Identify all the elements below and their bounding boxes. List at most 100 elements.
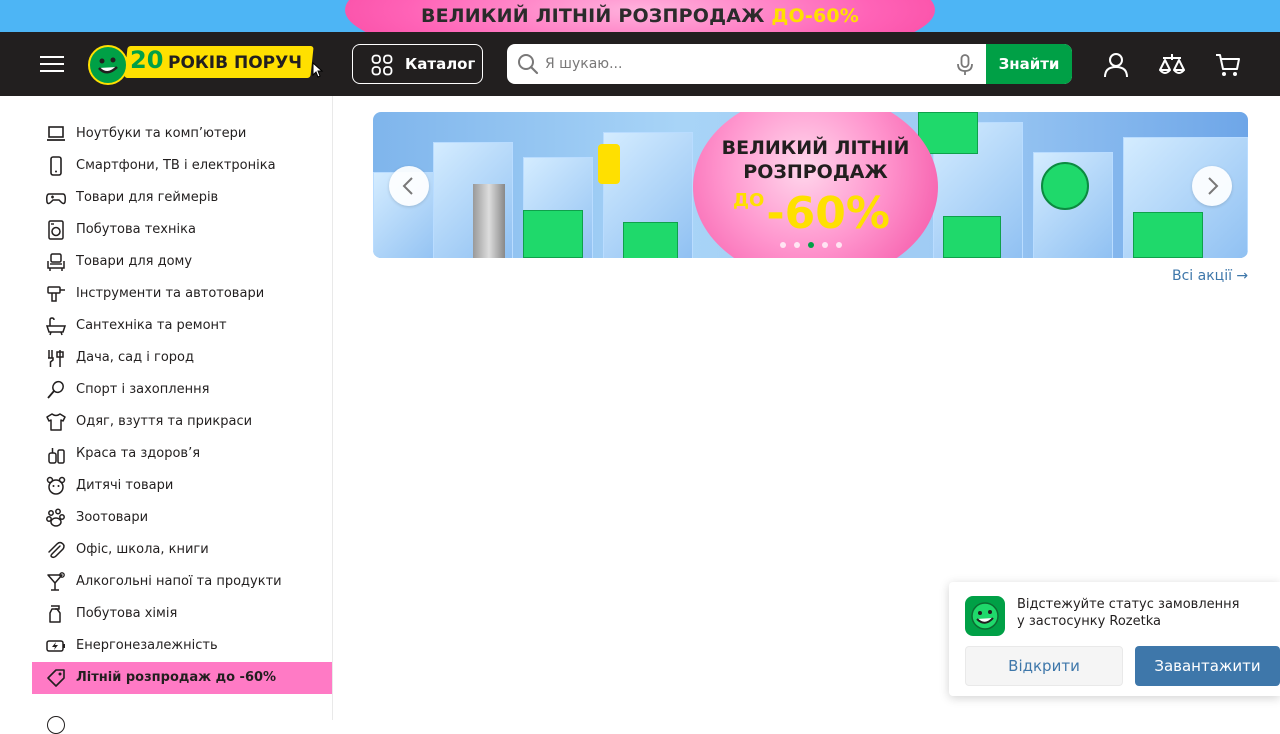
header: 20 РОКІВ ПОРУЧ Каталог Знайти (0, 32, 1280, 96)
compare-icon[interactable] (1159, 52, 1185, 78)
tshirt-icon (46, 413, 66, 431)
sidebar: Ноутбуки та комп’ютери Смартфони, ТВ і е… (0, 96, 333, 734)
sidebar-item-label: Інструменти та автотовари (76, 286, 265, 301)
banner-discount-prefix: ДО (733, 190, 765, 211)
paperclip-icon (48, 541, 65, 559)
sidebar-item-clothes[interactable]: Одяг, взуття та прикраси (32, 406, 332, 438)
search-submit-button[interactable]: Знайти (986, 44, 1072, 84)
sidebar-item-summer-sale[interactable]: Літній розпродаж до -60% (32, 662, 332, 694)
promo-text-highlight: ДО-60% (771, 5, 860, 27)
sidebar-item-sport[interactable]: Спорт і захоплення (32, 374, 332, 406)
drill-icon (47, 286, 65, 302)
sidebar-item-home[interactable]: Товари для дому (32, 246, 332, 278)
sidebar-item-garden[interactable]: Дача, сад і город (32, 342, 332, 374)
sidebar-item-label: Побутова хімія (76, 606, 178, 621)
logo[interactable]: 20 РОКІВ ПОРУЧ (88, 44, 328, 86)
logo-number: 20 (130, 46, 164, 74)
app-download-popup: Відстежуйте статус замовлення у застосун… (949, 582, 1280, 696)
logo-text: РОКІВ ПОРУЧ (168, 53, 302, 73)
sidebar-item-label: Зоотовари (76, 510, 149, 525)
cart-icon[interactable] (1215, 52, 1241, 78)
smartphone-icon (50, 156, 62, 176)
banner-title-line1: ВЕЛИКИЙ ЛІТНІЙ (721, 137, 910, 159)
teddy-bear-icon (46, 476, 66, 495)
user-icon[interactable] (1103, 52, 1129, 78)
banner-title-line2: РОЗПРОДАЖ (743, 161, 888, 183)
banner-phone (598, 144, 620, 184)
banner-discount-value: -60% (766, 188, 890, 239)
sidebar-item-label: Побутова техніка (76, 222, 196, 237)
search-input[interactable] (545, 44, 945, 84)
sidebar-item-laptops[interactable]: Ноутбуки та комп’ютери (32, 118, 332, 150)
promo-strip-text: ВЕЛИКИЙ ЛІТНІЙ РОЗПРОДАЖ ДО-60% (0, 5, 1280, 27)
washing-machine-icon (48, 220, 64, 240)
banner-smile-icon (1041, 162, 1089, 210)
banner-title: ВЕЛИКИЙ ЛІТНІЙ РОЗПРОДАЖ (693, 136, 938, 184)
search-icon (518, 54, 539, 75)
logo-smile-icon (88, 45, 128, 85)
sidebar-item-appliances[interactable]: Побутова техніка (32, 214, 332, 246)
battery-icon (46, 640, 65, 652)
sidebar-item-label: Товари для геймерів (76, 190, 219, 205)
promo-strip[interactable]: ВЕЛИКИЙ ЛІТНІЙ РОЗПРОДАЖ ДО-60% (0, 0, 1280, 32)
carousel-dot[interactable] (822, 242, 828, 248)
banner-decor (623, 222, 678, 258)
popup-message: Відстежуйте статус замовлення у застосун… (1017, 596, 1239, 630)
sidebar-item-label: Алкогольні напої та продукти (76, 574, 282, 589)
banner-decor (523, 210, 583, 258)
sidebar-item-label: Спорт і захоплення (76, 382, 210, 397)
grid-icon (371, 54, 393, 76)
rozetka-app-icon (965, 596, 1005, 636)
sidebar-item-gamers[interactable]: Товари для геймерів (32, 182, 332, 214)
banner-decor (943, 216, 1001, 258)
carousel-dot-active[interactable] (808, 242, 814, 248)
spray-bottle-icon (49, 605, 61, 623)
banner-decor (1133, 212, 1203, 258)
more-categories-icon[interactable] (47, 716, 65, 734)
catalog-label: Каталог (405, 55, 476, 73)
menu-icon[interactable] (40, 52, 64, 76)
popup-line1: Відстежуйте статус замовлення (1017, 597, 1240, 612)
all-promos-link[interactable]: Всі акції → (1172, 268, 1248, 284)
sidebar-item-energy[interactable]: Енергонезалежність (32, 630, 332, 662)
microphone-icon[interactable] (956, 54, 974, 76)
sidebar-item-alcohol[interactable]: Алкогольні напої та продукти (32, 566, 332, 598)
carousel-dot[interactable] (794, 242, 800, 248)
sidebar-item-label: Смартфони, ТВ і електроніка (76, 158, 276, 173)
sidebar-item-label: Краса та здоров’я (76, 446, 201, 461)
open-app-button[interactable]: Відкрити (965, 646, 1123, 686)
sidebar-item-label: Дитячі товари (76, 478, 174, 493)
paw-icon (46, 508, 65, 527)
promo-banner[interactable]: ВЕЛИКИЙ ЛІТНІЙ РОЗПРОДАЖ ДО-60% (373, 112, 1248, 258)
catalog-button[interactable]: Каталог (352, 44, 483, 84)
garden-fork-icon (48, 350, 64, 367)
sidebar-item-kids[interactable]: Дитячі товари (32, 470, 332, 502)
carousel-dot[interactable] (836, 242, 842, 248)
sidebar-item-household-chemicals[interactable]: Побутова хімія (32, 598, 332, 630)
carousel-dot[interactable] (780, 242, 786, 248)
download-app-button[interactable]: Завантажити (1135, 646, 1280, 686)
carousel-prev-button[interactable] (389, 166, 429, 206)
sidebar-item-label: Офіс, школа, книги (76, 542, 209, 557)
gamepad-icon (46, 193, 66, 205)
sidebar-item-plumbing[interactable]: Сантехніка та ремонт (32, 310, 332, 342)
banner-discount: ДО-60% (733, 188, 890, 239)
banner-fridge (473, 184, 505, 258)
sidebar-item-label: Ноутбуки та комп’ютери (76, 126, 247, 141)
sidebar-item-label: Дача, сад і город (76, 350, 194, 365)
sidebar-item-smartphones[interactable]: Смартфони, ТВ і електроніка (32, 150, 332, 182)
popup-line2: у застосунку Rozetka (1017, 614, 1161, 629)
chevron-left-icon (402, 177, 413, 195)
cocktail-icon (47, 572, 65, 591)
search-bar: Знайти (507, 44, 1072, 84)
sidebar-item-tools[interactable]: Інструменти та автотовари (32, 278, 332, 310)
mouse-cursor-icon (312, 62, 324, 78)
sofa-icon (47, 253, 65, 271)
sidebar-item-pets[interactable]: Зоотовари (32, 502, 332, 534)
sidebar-item-beauty[interactable]: Краса та здоров’я (32, 438, 332, 470)
promo-text-main: ВЕЛИКИЙ ЛІТНІЙ РОЗПРОДАЖ (420, 5, 765, 27)
sidebar-item-office[interactable]: Офіс, школа, книги (32, 534, 332, 566)
carousel-next-button[interactable] (1192, 166, 1232, 206)
beauty-bottle-icon (48, 448, 65, 464)
racket-icon (47, 380, 64, 399)
